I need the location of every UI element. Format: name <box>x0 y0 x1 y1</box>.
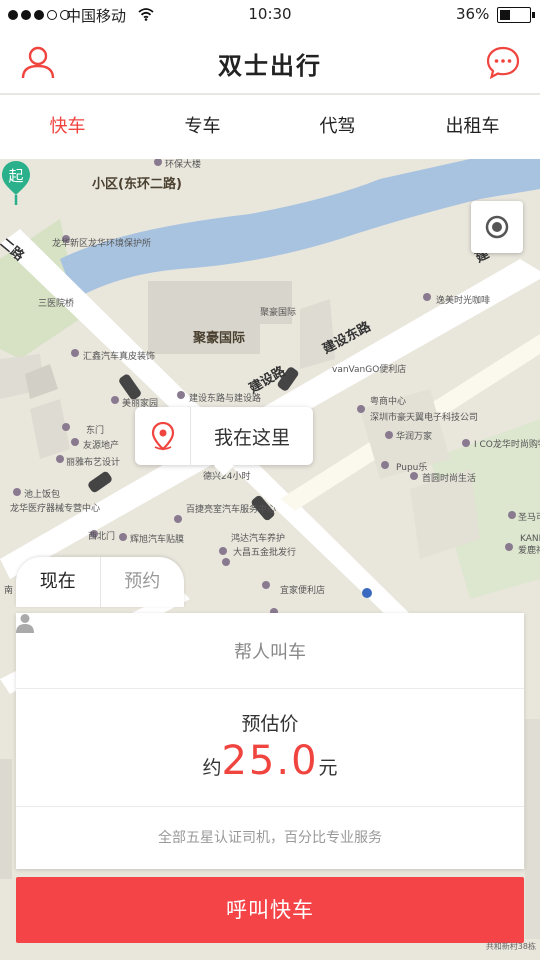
map-poi-label: 建设东路与建设路 <box>189 394 262 404</box>
map-poi-label: 爱鹿神桥 <box>518 546 540 556</box>
map-poi-label: 宜家便利店 <box>280 586 326 596</box>
battery-percent: 36% <box>456 5 490 23</box>
status-bar: 中国移动 10:30 36% <box>0 0 540 30</box>
estimate-label: 预估价 <box>241 713 299 735</box>
map-poi-label: 逸美时光咖啡 <box>436 296 491 306</box>
reserve-option[interactable]: 预约 <box>101 557 185 607</box>
service-tabs: 快车 专车 代驾 出租车 <box>0 95 540 159</box>
current-location-label: 我在这里 <box>213 426 290 449</box>
current-location-bubble[interactable]: 我在这里 <box>135 407 313 476</box>
map-poi-label: 圣马可 <box>518 513 540 523</box>
map-poi-label: 东门 <box>86 426 105 436</box>
map-building-label: 聚豪国际 <box>193 331 246 346</box>
map-poi-label: 丽雅布艺设计 <box>66 458 121 468</box>
time-toggle: 现在 预约 <box>16 557 184 607</box>
map-poi-label: 池上饭包 <box>24 490 61 500</box>
map-poi-label: 大昌五金批发行 <box>233 548 297 558</box>
map-poi-label: 龙华医疗器械专营中心 <box>10 504 101 514</box>
map-district-label: 小区(东环二路) <box>92 177 182 192</box>
person-icon <box>16 614 34 633</box>
price-unit: 元 <box>318 757 338 779</box>
map-poi-label: I CO龙华时尚购物中心 <box>474 440 540 450</box>
start-pin-label: 起 <box>8 167 23 185</box>
map-view[interactable]: 环保大楼 小区(东环二路) 龙华新区龙华环境保护所 二路 三医院桥 聚豪国际 聚… <box>0 159 540 960</box>
start-point-pin: 起 <box>2 161 30 205</box>
call-for-others-row[interactable]: 帮人叫车 <box>16 613 524 689</box>
target-locate-icon <box>485 215 509 239</box>
tab-designated-driver[interactable]: 代驾 <box>270 95 405 159</box>
map-poi-label: 龙华新区龙华环境保护所 <box>52 239 152 249</box>
map-poi-label: 环保大楼 <box>165 160 202 170</box>
map-poi-label: 百捷亮室汽车服务中心 <box>186 505 277 515</box>
locate-button[interactable] <box>471 201 523 253</box>
battery-icon <box>497 7 535 23</box>
price-prefix: 约 <box>202 757 222 779</box>
map-poi-label: vanVanGO便利店 <box>332 365 407 375</box>
price-estimate: 预估价 约25.0元 <box>16 689 524 807</box>
map-poi-label: 粤商中心 <box>370 397 407 407</box>
call-for-others-label: 帮人叫车 <box>234 641 306 663</box>
price-amount: 25.0 <box>221 738 319 784</box>
map-poi-label: 鸿达汽车养护 <box>231 534 286 544</box>
call-express-button[interactable]: 呼叫快车 <box>16 877 524 943</box>
map-poi-label: 三医院桥 <box>38 299 75 309</box>
order-card: 帮人叫车 预估价 约25.0元 全部五星认证司机，百分比专业服务 <box>16 613 524 869</box>
map-poi-label: 首圆时尚生活 <box>422 474 477 484</box>
chat-bubble-icon[interactable] <box>486 45 520 79</box>
app-title: 双士出行 <box>218 52 322 80</box>
map-poi-label: 南 <box>4 586 14 596</box>
tab-premium[interactable]: 专车 <box>135 95 270 159</box>
now-option[interactable]: 现在 <box>16 557 101 607</box>
service-note: 全部五星认证司机，百分比专业服务 <box>158 830 382 846</box>
map-poi-label: 汇鑫汽车真皮装饰 <box>83 352 156 362</box>
app-header: 双士出行 <box>0 30 540 94</box>
map-poi-label: 辉旭汽车贴膜 <box>130 535 185 545</box>
map-poi-label: 西北门 <box>88 532 116 542</box>
map-poi-label: 友源地产 <box>83 441 120 451</box>
tab-express[interactable]: 快车 <box>0 95 135 159</box>
tab-taxi[interactable]: 出租车 <box>405 95 540 159</box>
map-poi-label: 深圳市豪天翼电子科技公司 <box>370 413 479 423</box>
map-poi-label: 华润万家 <box>396 432 433 442</box>
map-watermark: 共和新村38栋 <box>485 942 536 951</box>
location-pin-icon <box>135 407 191 465</box>
map-poi-label: 聚豪国际 <box>260 308 297 318</box>
